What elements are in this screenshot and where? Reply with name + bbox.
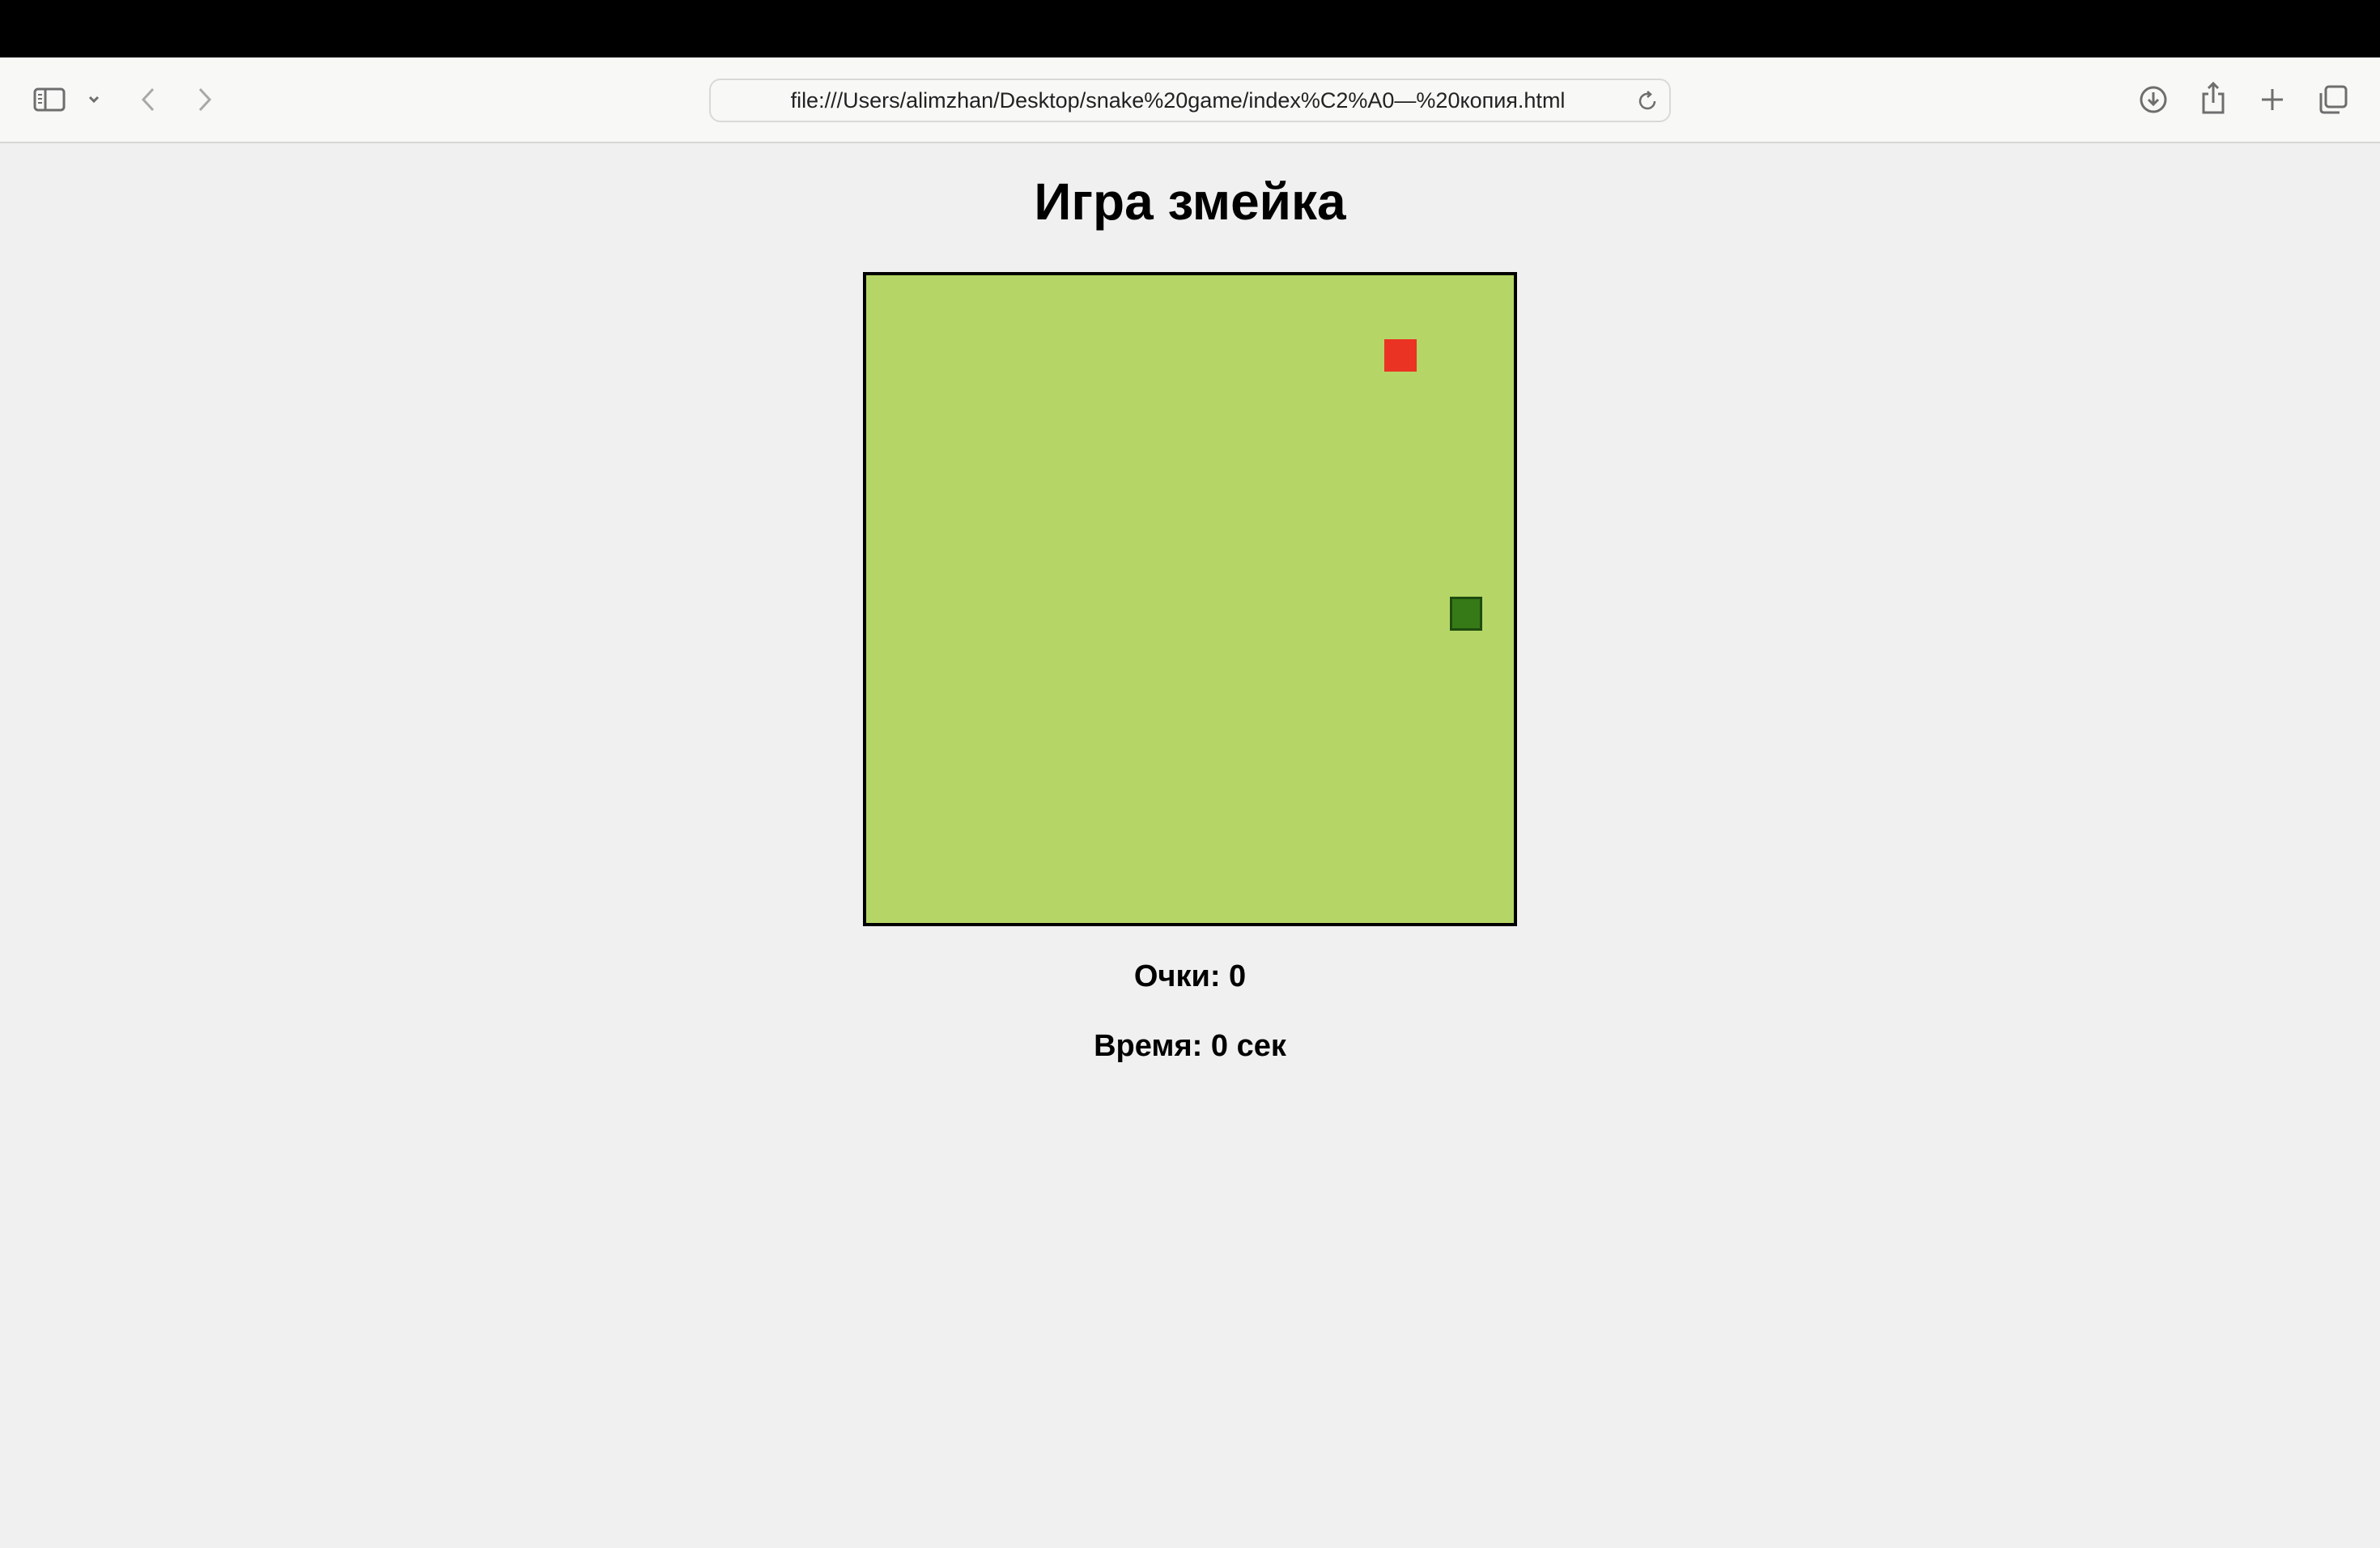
forward-arrow-icon[interactable] [193,84,217,115]
browser-toolbar: file:///Users/alimzhan/Desktop/snake%20g… [0,57,2380,143]
sidebar-icon[interactable] [31,83,68,116]
plus-icon[interactable] [2257,84,2288,115]
reload-icon[interactable] [1635,89,1660,113]
page-title: Игра змейка [1034,172,1346,231]
back-arrow-icon[interactable] [136,84,160,115]
score-display: Очки: 0 [1133,959,1247,993]
address-bar[interactable]: file:///Users/alimzhan/Desktop/snake%20g… [709,79,1671,122]
food-item [1384,339,1417,372]
url-text: file:///Users/alimzhan/Desktop/snake%20g… [790,87,1566,113]
chevron-down-icon[interactable] [84,90,104,109]
download-icon[interactable] [2137,83,2170,117]
snake-head [1450,597,1482,631]
tab-overview-icon[interactable] [2317,83,2349,117]
menu-bar [0,0,2380,57]
time-display: Время: 0 сек [1094,1029,1286,1063]
share-icon[interactable] [2199,79,2228,117]
page-content: Игра змейка Очки: 0 Время: 0 сек [0,143,2380,1548]
game-board[interactable] [863,272,1517,926]
